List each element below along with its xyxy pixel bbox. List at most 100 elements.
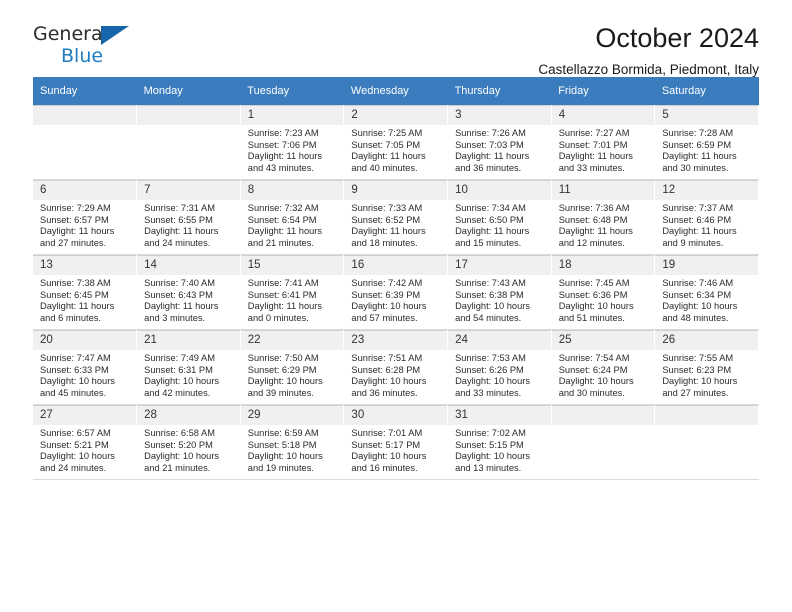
day-number	[551, 406, 655, 425]
sunset-text: Sunset: 6:29 PM	[247, 364, 317, 375]
daylight-text: Daylight: 11 hours and 30 minutes.	[662, 151, 737, 173]
calendar-day-cell[interactable]: 24 Sunrise: 7:53 AM Sunset: 6:26 PM Dayligh…	[447, 329, 552, 405]
calendar-day-cell[interactable]: 21 Sunrise: 7:49 AM Sunset: 6:31 PM Dayligh…	[136, 329, 241, 405]
calendar-day-cell[interactable]: 19 Sunrise: 7:46 AM Sunset: 6:34 PM Dayligh…	[654, 254, 759, 330]
daylight-text: Daylight: 10 hours and 30 minutes.	[558, 376, 634, 398]
cell-inner: 1 Sunrise: 7:23 AM Sunset: 7:06 PM Daylight…	[240, 105, 344, 179]
daylight-text: Daylight: 11 hours and 21 minutes.	[247, 226, 323, 248]
calendar-day-cell[interactable]: 11 Sunrise: 7:36 AM Sunset: 6:48 PM Dayligh…	[551, 179, 656, 255]
sunset-text: Sunset: 5:18 PM	[247, 439, 317, 450]
day-details: Sunrise: 6:57 AM Sunset: 5:21 PM Daylight:…	[33, 425, 136, 474]
cell-inner: 17 Sunrise: 7:43 AM Sunset: 6:38 PM Dayligh…	[448, 255, 551, 329]
calendar-day-cell[interactable]: 8 Sunrise: 7:32 AM Sunset: 6:54 PM Daylight…	[240, 179, 345, 255]
day-number: 24	[448, 331, 551, 350]
calendar-day-cell[interactable]: 17 Sunrise: 7:43 AM Sunset: 6:38 PM Dayligh…	[447, 254, 552, 330]
calendar-day-cell[interactable]: 23 Sunrise: 7:51 AM Sunset: 6:28 PM Dayligh…	[343, 329, 449, 405]
weekday-header-wednesday: Wednesday	[343, 77, 448, 105]
day-number: 22	[240, 331, 344, 350]
calendar-day-cell[interactable]: 25 Sunrise: 7:54 AM Sunset: 6:24 PM Dayligh…	[551, 329, 656, 405]
day-number: 23	[344, 331, 448, 350]
sunrise-text: Sunrise: 7:40 AM	[144, 278, 215, 288]
daylight-text: Daylight: 10 hours and 27 minutes.	[662, 376, 738, 398]
day-number: 3	[448, 106, 551, 125]
calendar-day-cell[interactable]: 16 Sunrise: 7:42 AM Sunset: 6:39 PM Dayligh…	[343, 254, 449, 330]
daylight-text: Daylight: 10 hours and 24 minutes.	[40, 451, 115, 473]
sunrise-text: Sunrise: 7:54 AM	[558, 353, 630, 363]
daylight-text: Daylight: 10 hours and 19 minutes.	[247, 451, 323, 473]
daylight-text: Daylight: 10 hours and 51 minutes.	[558, 301, 634, 323]
sunset-text: Sunset: 6:36 PM	[558, 289, 628, 300]
calendar-day-cell[interactable]: 18 Sunrise: 7:45 AM Sunset: 6:36 PM Dayligh…	[551, 254, 656, 330]
sunset-text: Sunset: 6:55 PM	[144, 214, 213, 225]
sunset-text: Sunset: 6:33 PM	[40, 364, 109, 375]
sunset-text: Sunset: 6:28 PM	[351, 364, 421, 375]
calendar-day-cell[interactable]: 30 Sunrise: 7:01 AM Sunset: 5:17 PM Dayligh…	[343, 404, 449, 480]
sunrise-text: Sunrise: 7:23 AM	[247, 128, 319, 138]
calendar-day-cell[interactable]: 13 Sunrise: 7:38 AM Sunset: 6:45 PM Dayligh…	[33, 254, 138, 330]
calendar-day-cell[interactable]: 1 Sunrise: 7:23 AM Sunset: 7:06 PM Daylight…	[240, 105, 345, 180]
calendar-day-cell[interactable]: 31 Sunrise: 7:02 AM Sunset: 5:15 PM Dayligh…	[447, 404, 552, 480]
sunset-text: Sunset: 7:03 PM	[455, 139, 524, 150]
sunset-text: Sunset: 6:26 PM	[455, 364, 524, 375]
cell-inner: 16 Sunrise: 7:42 AM Sunset: 6:39 PM Dayligh…	[344, 255, 448, 329]
daylight-text: Daylight: 11 hours and 40 minutes.	[351, 151, 426, 173]
sunrise-text: Sunrise: 7:47 AM	[40, 353, 111, 363]
sunrise-text: Sunrise: 7:33 AM	[351, 203, 423, 213]
calendar-day-cell[interactable]: 9 Sunrise: 7:33 AM Sunset: 6:52 PM Daylight…	[343, 179, 449, 255]
day-details: Sunrise: 7:55 AM Sunset: 6:23 PM Daylight:…	[655, 350, 758, 399]
calendar-day-cell[interactable]: 7 Sunrise: 7:31 AM Sunset: 6:55 PM Daylight…	[136, 179, 241, 255]
day-number: 30	[344, 406, 448, 425]
sunset-text: Sunset: 5:15 PM	[455, 439, 524, 450]
calendar-day-cell[interactable]: 20 Sunrise: 7:47 AM Sunset: 6:33 PM Dayligh…	[33, 329, 138, 405]
daylight-text: Daylight: 11 hours and 9 minutes.	[662, 226, 737, 248]
cell-inner: 22 Sunrise: 7:50 AM Sunset: 6:29 PM Dayligh…	[240, 330, 344, 404]
day-details: Sunrise: 7:53 AM Sunset: 6:26 PM Daylight:…	[448, 350, 551, 399]
sunrise-text: Sunrise: 7:50 AM	[247, 353, 319, 363]
sunrise-text: Sunrise: 7:43 AM	[455, 278, 526, 288]
calendar-day-cell[interactable]: 27 Sunrise: 6:57 AM Sunset: 5:21 PM Dayligh…	[33, 404, 138, 480]
logo-text-blue: Blue	[61, 45, 104, 67]
day-number: 10	[448, 181, 551, 200]
calendar-day-cell[interactable]: 28 Sunrise: 6:58 AM Sunset: 5:20 PM Dayligh…	[136, 404, 241, 480]
calendar-day-cell[interactable]: 5 Sunrise: 7:28 AM Sunset: 6:59 PM Daylight…	[654, 105, 759, 180]
calendar-day-cell[interactable]: 12 Sunrise: 7:37 AM Sunset: 6:46 PM Dayligh…	[654, 179, 759, 255]
sunset-text: Sunset: 6:46 PM	[662, 214, 732, 225]
calendar-day-cell[interactable]: 26 Sunrise: 7:55 AM Sunset: 6:23 PM Dayligh…	[654, 329, 759, 405]
calendar-day-cell[interactable]: 10 Sunrise: 7:34 AM Sunset: 6:50 PM Dayligh…	[447, 179, 552, 255]
day-number: 15	[240, 256, 344, 275]
calendar-day-cell[interactable]: 6 Sunrise: 7:29 AM Sunset: 6:57 PM Daylight…	[33, 179, 138, 255]
sunrise-text: Sunrise: 7:38 AM	[40, 278, 111, 288]
day-details: Sunrise: 7:29 AM Sunset: 6:57 PM Daylight:…	[33, 200, 136, 249]
cell-inner: 2 Sunrise: 7:25 AM Sunset: 7:05 PM Daylight…	[344, 105, 448, 179]
generalblue-logo[interactable]: General Blue	[33, 24, 163, 72]
daylight-text: Daylight: 11 hours and 3 minutes.	[144, 301, 219, 323]
cell-inner: 8 Sunrise: 7:32 AM Sunset: 6:54 PM Daylight…	[240, 180, 344, 254]
cell-inner: 4 Sunrise: 7:27 AM Sunset: 7:01 PM Daylight…	[551, 105, 655, 179]
cell-inner	[551, 405, 655, 479]
day-details: Sunrise: 7:51 AM Sunset: 6:28 PM Daylight:…	[344, 350, 447, 399]
calendar-day-cell[interactable]: 14 Sunrise: 7:40 AM Sunset: 6:43 PM Dayligh…	[136, 254, 241, 330]
calendar-day-cell[interactable]: 4 Sunrise: 7:27 AM Sunset: 7:01 PM Daylight…	[551, 105, 656, 180]
day-details: Sunrise: 7:27 AM Sunset: 7:01 PM Daylight:…	[552, 125, 655, 174]
day-number: 9	[344, 181, 448, 200]
sunset-text: Sunset: 6:48 PM	[558, 214, 628, 225]
calendar-day-cell[interactable]: 29 Sunrise: 6:59 AM Sunset: 5:18 PM Dayligh…	[240, 404, 345, 480]
sunrise-text: Sunrise: 6:59 AM	[247, 428, 319, 438]
cell-inner: 18 Sunrise: 7:45 AM Sunset: 6:36 PM Dayligh…	[551, 255, 655, 329]
day-number: 14	[137, 256, 240, 275]
cell-inner	[655, 405, 758, 479]
day-details: Sunrise: 7:54 AM Sunset: 6:24 PM Daylight:…	[552, 350, 655, 399]
calendar-day-cell[interactable]: 3 Sunrise: 7:26 AM Sunset: 7:03 PM Daylight…	[447, 105, 552, 180]
sunrise-text: Sunrise: 7:55 AM	[662, 353, 734, 363]
calendar-day-cell[interactable]: 22 Sunrise: 7:50 AM Sunset: 6:29 PM Dayligh…	[240, 329, 345, 405]
day-details: Sunrise: 7:25 AM Sunset: 7:05 PM Daylight:…	[344, 125, 447, 174]
sunset-text: Sunset: 6:34 PM	[662, 289, 732, 300]
day-details: Sunrise: 7:02 AM Sunset: 5:15 PM Daylight:…	[448, 425, 551, 474]
calendar-page: General Blue October 2024 Castellazzo Bo…	[0, 0, 792, 612]
sunrise-text: Sunrise: 7:27 AM	[558, 128, 630, 138]
cell-inner: 15 Sunrise: 7:41 AM Sunset: 6:41 PM Dayligh…	[240, 255, 344, 329]
calendar-day-cell[interactable]: 2 Sunrise: 7:25 AM Sunset: 7:05 PM Daylight…	[343, 105, 449, 180]
calendar-day-cell[interactable]: 15 Sunrise: 7:41 AM Sunset: 6:41 PM Dayligh…	[240, 254, 345, 330]
calendar-week-row: 20 Sunrise: 7:47 AM Sunset: 6:33 PM Dayligh…	[33, 329, 759, 405]
day-number: 2	[344, 106, 448, 125]
